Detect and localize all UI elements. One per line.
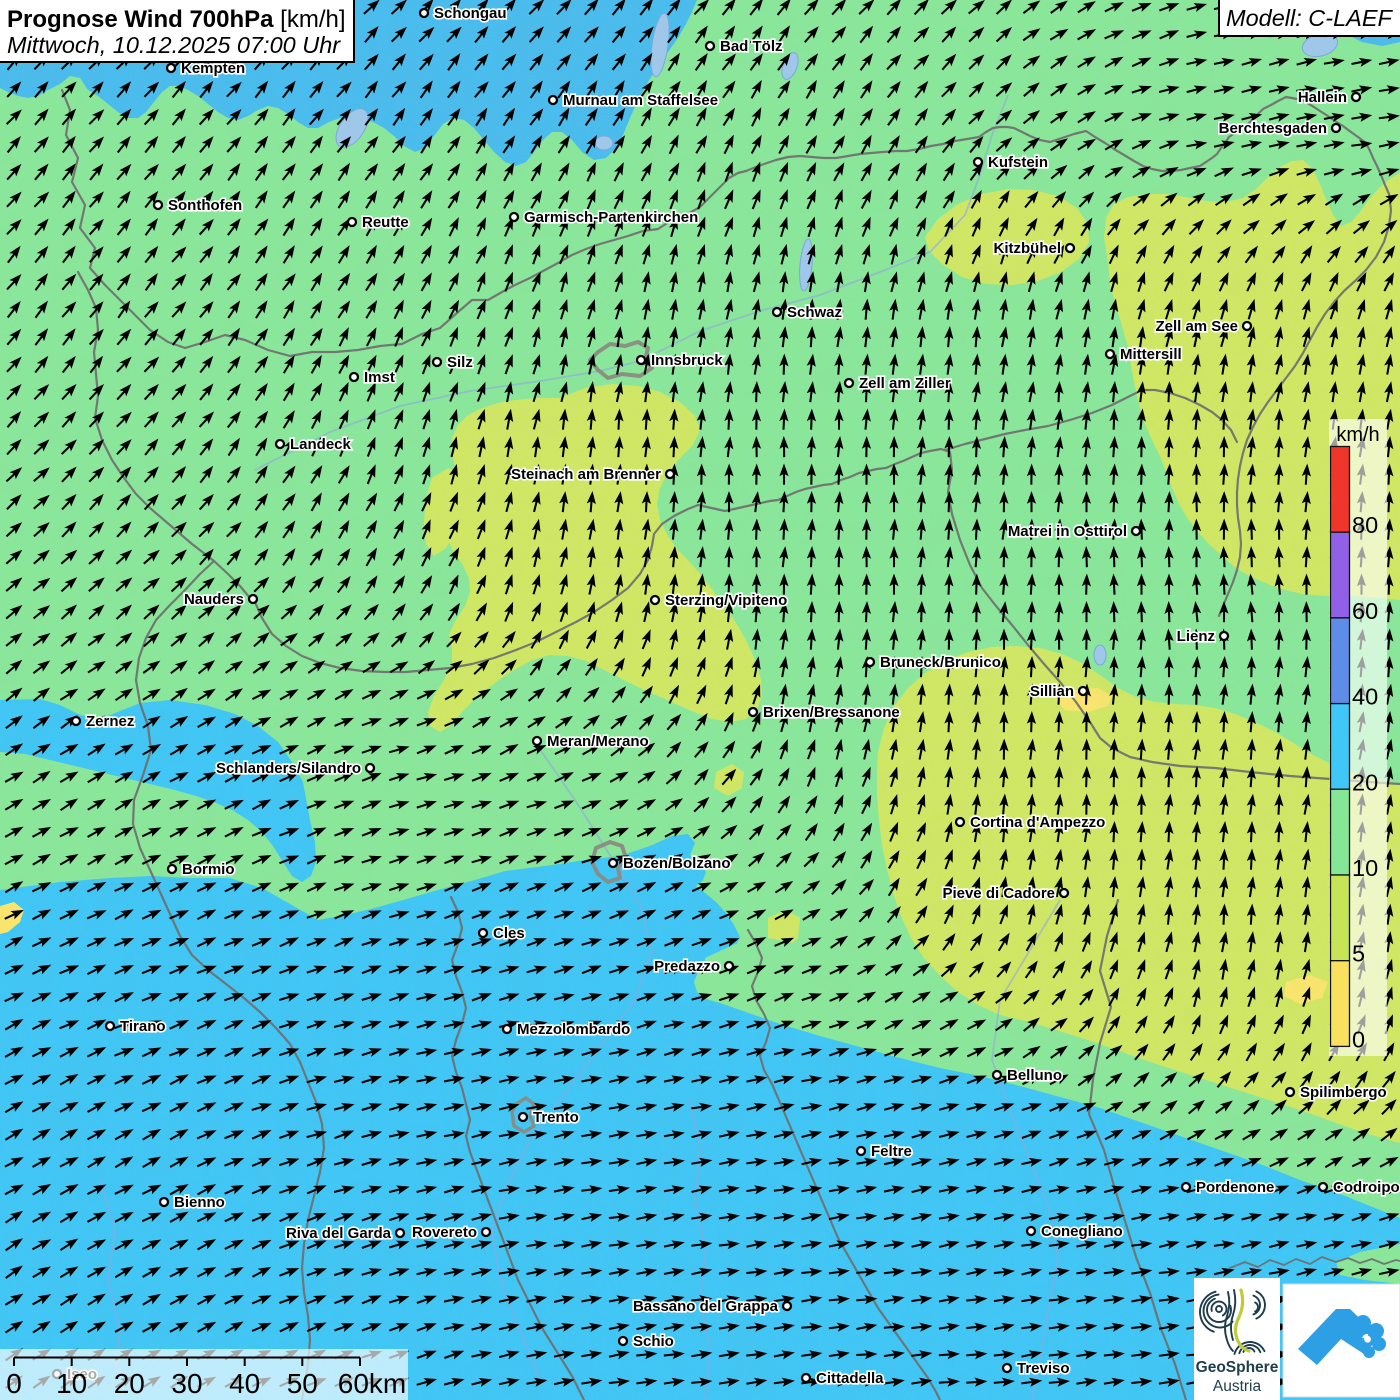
svg-text:Schio: Schio bbox=[633, 1333, 674, 1350]
svg-text:Pieve di Cadore: Pieve di Cadore bbox=[942, 885, 1055, 902]
svg-text:60: 60 bbox=[1352, 598, 1378, 624]
svg-text:Landeck: Landeck bbox=[290, 436, 352, 453]
svg-text:Brixen/Bressanone: Brixen/Bressanone bbox=[763, 704, 900, 721]
svg-text:Bassano del Grappa: Bassano del Grappa bbox=[633, 1298, 779, 1315]
svg-text:Bienno: Bienno bbox=[174, 1194, 225, 1211]
svg-text:Trento: Trento bbox=[533, 1109, 579, 1126]
svg-text:60km: 60km bbox=[338, 1368, 406, 1399]
svg-text:Schongau: Schongau bbox=[434, 5, 507, 22]
svg-text:Schlanders/Silandro: Schlanders/Silandro bbox=[216, 760, 361, 777]
svg-text:20: 20 bbox=[1352, 769, 1378, 795]
svg-text:Riva del Garda: Riva del Garda bbox=[286, 1225, 392, 1242]
svg-text:Nauders: Nauders bbox=[184, 591, 244, 608]
svg-text:Hallein: Hallein bbox=[1298, 89, 1347, 106]
svg-text:Zell am See: Zell am See bbox=[1155, 318, 1238, 335]
svg-text:Kitzbühel: Kitzbühel bbox=[994, 240, 1062, 257]
svg-text:Cortina d'Ampezzo: Cortina d'Ampezzo bbox=[970, 814, 1105, 831]
svg-text:Kufstein: Kufstein bbox=[988, 154, 1048, 171]
svg-text:Matrei in Osttirol: Matrei in Osttirol bbox=[1008, 523, 1127, 540]
svg-text:Imst: Imst bbox=[364, 369, 395, 386]
svg-text:Mittersill: Mittersill bbox=[1120, 346, 1182, 363]
svg-text:Zernez: Zernez bbox=[86, 713, 134, 730]
svg-text:5: 5 bbox=[1352, 941, 1365, 967]
svg-text:10: 10 bbox=[56, 1368, 87, 1399]
svg-text:Prognose Wind 700hPa [km/h]: Prognose Wind 700hPa [km/h] bbox=[7, 6, 346, 33]
svg-text:Zell am Ziller: Zell am Ziller bbox=[859, 375, 951, 392]
svg-text:Berchtesgaden: Berchtesgaden bbox=[1219, 120, 1327, 137]
svg-text:0: 0 bbox=[6, 1368, 22, 1399]
svg-text:Steinach am Brenner: Steinach am Brenner bbox=[511, 466, 661, 483]
svg-text:Codroipo: Codroipo bbox=[1333, 1179, 1400, 1196]
svg-text:Schwaz: Schwaz bbox=[787, 304, 842, 321]
svg-text:40: 40 bbox=[229, 1368, 260, 1399]
svg-text:Rovereto: Rovereto bbox=[412, 1224, 477, 1241]
svg-text:Pordenone: Pordenone bbox=[1196, 1179, 1274, 1196]
svg-text:Sillian: Sillian bbox=[1030, 683, 1074, 700]
svg-text:GeoSphere: GeoSphere bbox=[1196, 1359, 1279, 1376]
svg-text:Bozen/Bolzano: Bozen/Bolzano bbox=[623, 855, 731, 872]
svg-text:30: 30 bbox=[171, 1368, 202, 1399]
svg-text:Cittadella: Cittadella bbox=[816, 1370, 884, 1387]
svg-text:Tirano: Tirano bbox=[120, 1018, 166, 1035]
svg-text:20: 20 bbox=[114, 1368, 145, 1399]
svg-text:Innsbruck: Innsbruck bbox=[651, 352, 723, 369]
svg-text:50: 50 bbox=[287, 1368, 318, 1399]
svg-text:Treviso: Treviso bbox=[1017, 1360, 1070, 1377]
svg-text:km/h: km/h bbox=[1336, 424, 1379, 446]
svg-text:Austria: Austria bbox=[1213, 1378, 1262, 1395]
svg-text:0: 0 bbox=[1352, 1026, 1365, 1052]
svg-text:Reutte: Reutte bbox=[362, 214, 409, 231]
svg-text:Spilimbergo: Spilimbergo bbox=[1300, 1084, 1387, 1101]
svg-text:Lienz: Lienz bbox=[1177, 628, 1215, 645]
svg-text:Feltre: Feltre bbox=[871, 1143, 912, 1160]
svg-text:Mittwoch, 10.12.2025 07:00 Uhr: Mittwoch, 10.12.2025 07:00 Uhr bbox=[7, 32, 341, 58]
svg-text:Bad Tölz: Bad Tölz bbox=[720, 38, 783, 55]
svg-text:Modell: C-LAEF: Modell: C-LAEF bbox=[1226, 5, 1393, 31]
svg-text:10: 10 bbox=[1352, 855, 1378, 881]
svg-text:Mezzolombardo: Mezzolombardo bbox=[517, 1021, 630, 1038]
svg-text:Bruneck/Brunico: Bruneck/Brunico bbox=[880, 654, 1001, 671]
svg-text:Sterzing/Vipiteno: Sterzing/Vipiteno bbox=[665, 592, 787, 609]
svg-text:80: 80 bbox=[1352, 512, 1378, 538]
svg-text:Silz: Silz bbox=[447, 354, 473, 371]
svg-text:Conegliano: Conegliano bbox=[1041, 1223, 1123, 1240]
svg-text:Meran/Merano: Meran/Merano bbox=[547, 733, 649, 750]
svg-text:Belluno: Belluno bbox=[1007, 1067, 1062, 1084]
svg-text:Bormio: Bormio bbox=[182, 861, 235, 878]
svg-text:Cles: Cles bbox=[493, 925, 525, 942]
svg-text:40: 40 bbox=[1352, 684, 1378, 710]
svg-text:Murnau am Staffelsee: Murnau am Staffelsee bbox=[563, 92, 718, 109]
svg-text:Sonthofen: Sonthofen bbox=[168, 197, 242, 214]
svg-text:Predazzo: Predazzo bbox=[654, 958, 720, 975]
svg-text:Garmisch-Partenkirchen: Garmisch-Partenkirchen bbox=[524, 209, 698, 226]
